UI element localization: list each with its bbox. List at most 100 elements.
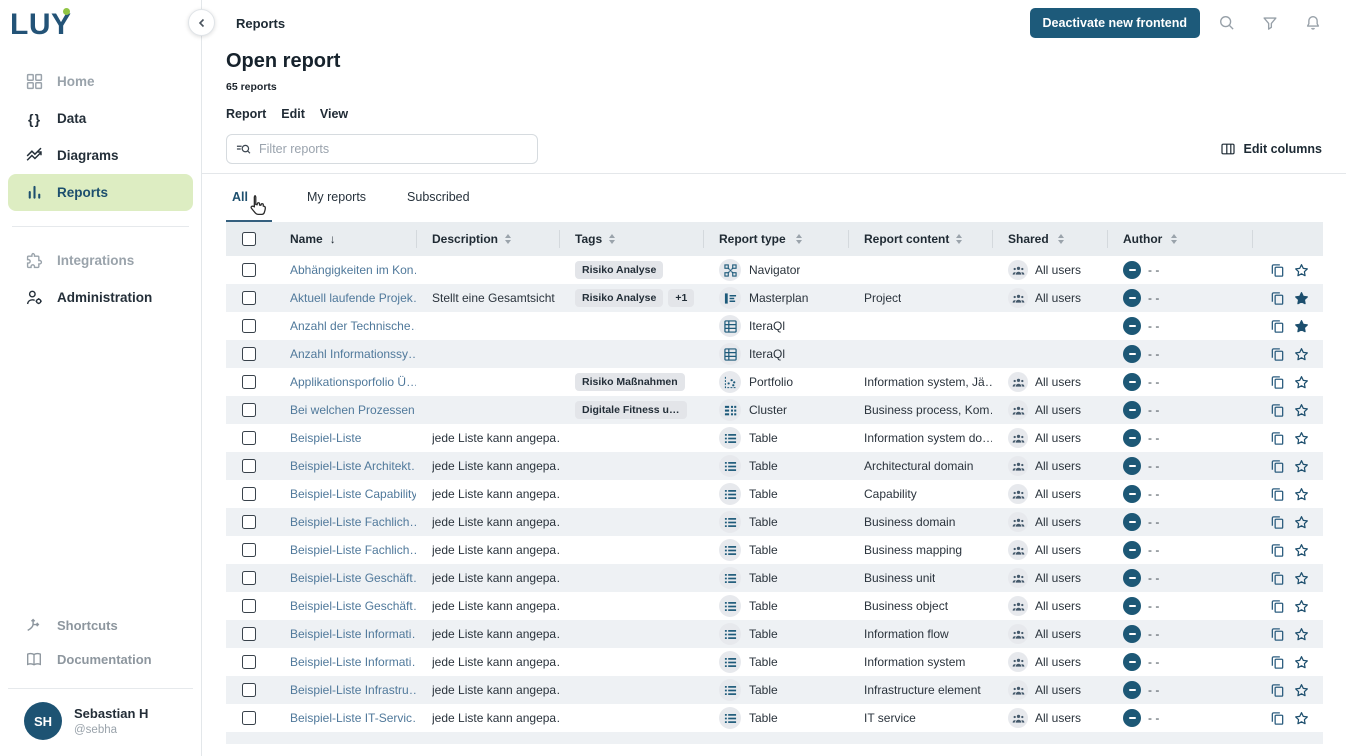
tab-all[interactable]: All [226,174,272,222]
table-row[interactable]: Beispiel-Liste jede Liste kann angepa… T… [226,424,1323,452]
report-name-link[interactable]: Abhängigkeiten im Kon… [290,263,416,277]
user-profile[interactable]: SH Sebastian H @sebha [8,688,193,756]
sidebar-collapse-button[interactable] [188,9,215,36]
star-icon[interactable] [1294,599,1309,614]
menu-report[interactable]: Report [226,107,266,121]
search-icon[interactable] [1218,14,1236,32]
report-name-link[interactable]: Bei welchen Prozessen… [290,403,416,417]
star-icon[interactable] [1294,431,1309,446]
sidebar-item-diagrams[interactable]: Diagrams [8,137,193,174]
star-icon[interactable] [1294,263,1309,278]
copy-icon[interactable] [1270,543,1285,558]
copy-icon[interactable] [1270,683,1285,698]
sidebar-item-data[interactable]: { } Data [8,100,193,137]
table-row[interactable]: Beispiel-Liste Informati… jede Liste kan… [226,620,1323,648]
copy-icon[interactable] [1270,627,1285,642]
row-checkbox[interactable] [242,347,256,361]
column-header-shared[interactable]: Shared [992,222,1107,256]
copy-icon[interactable] [1270,375,1285,390]
star-icon[interactable] [1294,711,1309,726]
report-name-link[interactable]: Beispiel-Liste [290,431,361,445]
menu-view[interactable]: View [320,107,348,121]
star-icon[interactable] [1294,459,1309,474]
sidebar-item-documentation[interactable]: Documentation [8,642,193,676]
copy-icon[interactable] [1270,291,1285,306]
star-icon[interactable] [1294,347,1309,362]
sidebar-item-administration[interactable]: Administration [8,279,193,316]
report-name-link[interactable]: Anzahl der Technische… [290,319,416,333]
column-header-author[interactable]: Author [1107,222,1252,256]
report-name-link[interactable]: Applikationsporfolio Ü… [290,375,416,389]
table-row[interactable]: Bei welchen Prozessen… Digitale Fitness … [226,396,1323,424]
edit-columns-button[interactable]: Edit columns [1220,141,1322,157]
report-name-link[interactable]: Beispiel-Liste IT-Servic… [290,711,416,725]
filter-reports-input[interactable] [257,141,528,157]
copy-icon[interactable] [1270,487,1285,502]
row-checkbox[interactable] [242,655,256,669]
report-name-link[interactable]: Beispiel-Liste Architekt… [290,459,416,473]
table-row[interactable]: Beispiel-Liste Fachlich… jede Liste kann… [226,508,1323,536]
table-row[interactable]: Anzahl Informationssy… IteraQl - - [226,340,1323,368]
table-row[interactable]: Beispiel-Liste Infrastru… jede Liste kan… [226,676,1323,704]
table-row[interactable]: Beispiel-Liste Geschäft… jede Liste kann… [226,564,1323,592]
table-row-partial[interactable] [226,732,1323,744]
row-checkbox[interactable] [242,683,256,697]
column-header-tags[interactable]: Tags [559,222,703,256]
copy-icon[interactable] [1270,403,1285,418]
table-row[interactable]: Beispiel-Liste Architekt… jede Liste kan… [226,452,1323,480]
sidebar-item-integrations[interactable]: Integrations [8,242,193,279]
row-checkbox[interactable] [242,515,256,529]
report-name-link[interactable]: Anzahl Informationssy… [290,347,416,361]
copy-icon[interactable] [1270,319,1285,334]
column-header-name[interactable]: Name ↓ [280,222,416,256]
report-name-link[interactable]: Beispiel-Liste Geschäft… [290,599,416,613]
copy-icon[interactable] [1270,599,1285,614]
tab-subscribed[interactable]: Subscribed [401,174,476,222]
table-row[interactable]: Abhängigkeiten im Kon… Risiko Analyse Na… [226,256,1323,284]
star-icon[interactable] [1294,515,1309,530]
star-icon[interactable] [1294,487,1309,502]
report-name-link[interactable]: Beispiel-Liste Informati… [290,627,416,641]
row-checkbox[interactable] [242,291,256,305]
row-checkbox[interactable] [242,543,256,557]
copy-icon[interactable] [1270,711,1285,726]
sidebar-item-home[interactable]: Home [8,63,193,100]
copy-icon[interactable] [1270,655,1285,670]
report-name-link[interactable]: Beispiel-Liste Capability [290,487,416,501]
filter-icon[interactable] [1261,14,1279,32]
row-checkbox[interactable] [242,571,256,585]
star-icon[interactable] [1294,543,1309,558]
star-icon[interactable] [1294,403,1309,418]
row-checkbox[interactable] [242,599,256,613]
copy-icon[interactable] [1270,515,1285,530]
table-row[interactable]: Beispiel-Liste Fachlich… jede Liste kann… [226,536,1323,564]
table-row[interactable]: Beispiel-Liste Geschäft… jede Liste kann… [226,592,1323,620]
row-checkbox[interactable] [242,403,256,417]
report-name-link[interactable]: Beispiel-Liste Geschäft… [290,571,416,585]
copy-icon[interactable] [1270,347,1285,362]
column-header-report-type[interactable]: Report type [703,222,848,256]
table-row[interactable]: Beispiel-Liste Capability jede Liste kan… [226,480,1323,508]
sidebar-item-shortcuts[interactable]: Shortcuts [8,608,193,642]
copy-icon[interactable] [1270,459,1285,474]
bell-icon[interactable] [1304,14,1322,32]
tab-my-reports[interactable]: My reports [301,174,372,222]
copy-icon[interactable] [1270,571,1285,586]
star-icon[interactable] [1294,627,1309,642]
star-icon[interactable] [1294,375,1309,390]
select-all-checkbox[interactable] [242,232,256,246]
star-icon[interactable] [1294,571,1309,586]
table-row[interactable]: Applikationsporfolio Ü… Risiko Maßnahmen… [226,368,1323,396]
report-name-link[interactable]: Aktuell laufende Projek… [290,291,416,305]
row-checkbox[interactable] [242,375,256,389]
menu-edit[interactable]: Edit [281,107,305,121]
copy-icon[interactable] [1270,263,1285,278]
table-row[interactable]: Anzahl der Technische… IteraQl - - [226,312,1323,340]
table-row[interactable]: Aktuell laufende Projek… Stellt eine Ges… [226,284,1323,312]
row-checkbox[interactable] [242,487,256,501]
copy-icon[interactable] [1270,431,1285,446]
row-checkbox[interactable] [242,431,256,445]
row-checkbox[interactable] [242,711,256,725]
report-name-link[interactable]: Beispiel-Liste Informati… [290,655,416,669]
row-checkbox[interactable] [242,319,256,333]
